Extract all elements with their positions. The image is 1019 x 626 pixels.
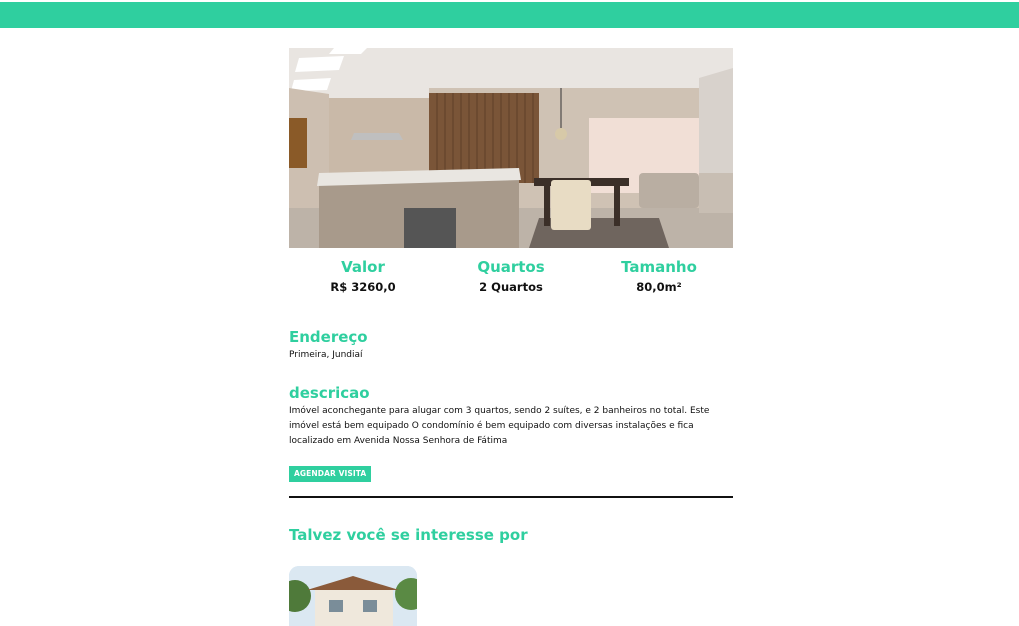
- stat-rooms-label: Quartos: [477, 258, 545, 276]
- stat-price-value: R$ 3260,0: [330, 280, 396, 294]
- section-divider: [289, 496, 733, 498]
- address-text: Primeira, Jundiaí: [289, 350, 363, 360]
- top-header-bar: [0, 2, 1019, 28]
- address-title: Endereço: [289, 328, 368, 346]
- listing-stats: Valor R$ 3260,0 Quartos 2 Quartos Tamanh…: [289, 258, 733, 294]
- stat-price: Valor R$ 3260,0: [289, 258, 437, 294]
- suggestion-card-image[interactable]: [289, 566, 417, 626]
- stat-rooms-value: 2 Quartos: [479, 280, 543, 294]
- stat-size-label: Tamanho: [621, 258, 697, 276]
- description-title: descricao: [289, 384, 370, 402]
- description-text: Imóvel aconchegante para alugar com 3 qu…: [289, 406, 710, 446]
- stat-size-value: 80,0m²: [636, 280, 682, 294]
- stat-price-label: Valor: [341, 258, 385, 276]
- schedule-visit-button[interactable]: AGENDAR VISITA: [289, 466, 372, 482]
- stat-rooms: Quartos 2 Quartos: [437, 258, 585, 294]
- suggestions-title: Talvez você se interesse por: [289, 526, 528, 544]
- stat-size: Tamanho 80,0m²: [585, 258, 733, 294]
- listing-detail: Valor R$ 3260,0 Quartos 2 Quartos Tamanh…: [289, 48, 733, 626]
- listing-photo: [289, 48, 733, 248]
